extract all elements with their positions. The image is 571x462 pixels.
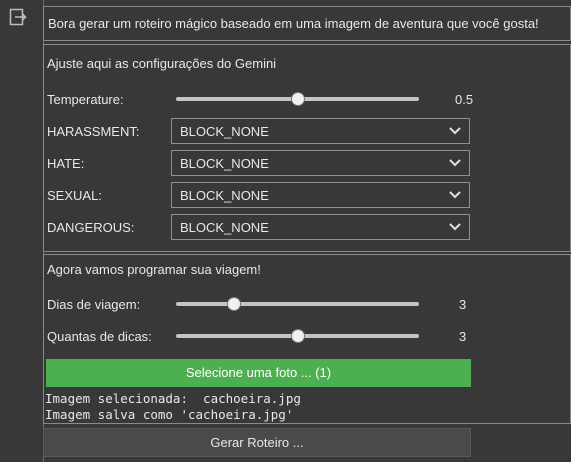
intro-panel: Bora gerar um roteiro mágico baseado em …	[43, 6, 571, 41]
tips-value: 3	[459, 329, 467, 344]
harassment-label: HARASSMENT:	[47, 124, 140, 139]
travel-panel: Agora vamos programar sua viagem! Dias d…	[43, 254, 571, 424]
chevron-down-icon	[449, 191, 461, 199]
tips-label: Quantas de dicas:	[47, 329, 152, 344]
sexual-label: SEXUAL:	[47, 188, 102, 203]
output-selected-image: Imagem selecionada: cachoeira.jpg	[45, 391, 301, 406]
hate-select-value: BLOCK_NONE	[180, 156, 269, 171]
chevron-down-icon	[449, 223, 461, 231]
slider-knob[interactable]	[226, 297, 241, 311]
temperature-label: Temperature:	[47, 92, 124, 107]
dangerous-label: DANGEROUS:	[47, 220, 135, 235]
days-value: 3	[459, 297, 467, 312]
tips-slider[interactable]	[176, 329, 419, 343]
generate-itinerary-button[interactable]: Gerar Roteiro ...	[43, 428, 471, 457]
travel-title: Agora vamos programar sua viagem!	[47, 262, 261, 277]
upload-photo-button[interactable]: Selecione uma foto ... (1)	[46, 359, 471, 387]
days-slider[interactable]	[176, 297, 419, 311]
intro-text: Bora gerar um roteiro mágico baseado em …	[48, 16, 539, 31]
harassment-select[interactable]: BLOCK_NONE	[171, 118, 470, 144]
days-label: Dias de viagem:	[47, 297, 141, 312]
hate-label: HATE:	[47, 156, 85, 171]
temperature-slider[interactable]	[176, 92, 419, 106]
chevron-down-icon	[449, 127, 461, 135]
temperature-value: 0.5	[455, 92, 474, 107]
harassment-select-value: BLOCK_NONE	[180, 124, 269, 139]
output-saved-image: Imagem salva como 'cachoeira.jpg'	[45, 407, 294, 422]
sexual-select-value: BLOCK_NONE	[180, 188, 269, 203]
slider-knob[interactable]	[290, 92, 305, 106]
output-exit-icon[interactable]	[9, 8, 27, 26]
sexual-select[interactable]: BLOCK_NONE	[171, 182, 470, 208]
dangerous-select[interactable]: BLOCK_NONE	[171, 214, 470, 240]
hate-select[interactable]: BLOCK_NONE	[171, 150, 470, 176]
config-title: Ajuste aqui as configurações do Gemini	[47, 56, 277, 71]
slider-knob[interactable]	[290, 329, 305, 343]
slider-track	[176, 302, 419, 306]
gemini-config-panel: Ajuste aqui as configurações do Gemini T…	[43, 44, 571, 252]
dangerous-select-value: BLOCK_NONE	[180, 220, 269, 235]
chevron-down-icon	[449, 159, 461, 167]
